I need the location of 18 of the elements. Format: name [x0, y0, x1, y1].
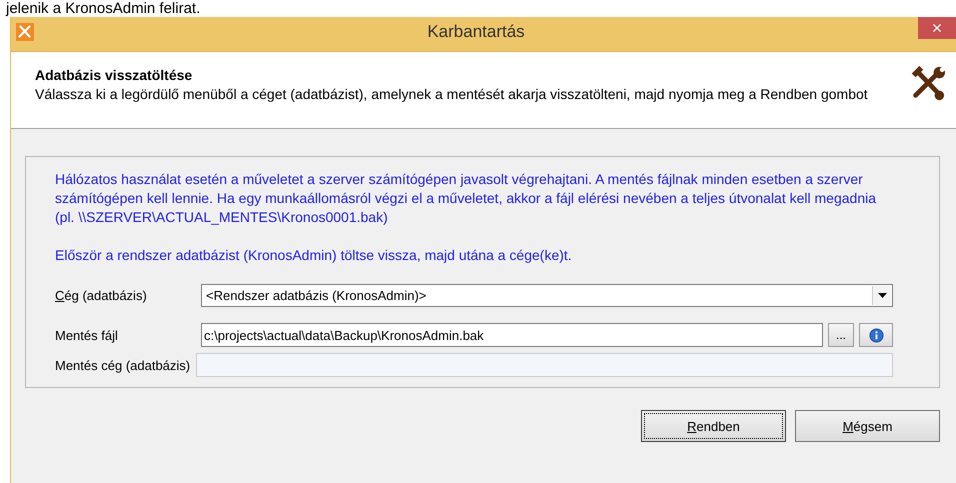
browse-button[interactable]: ...: [828, 323, 854, 347]
header-description: Válassza ki a legördülő menüből a céget (adatbázist), amelynek a mentését akarja visszatölteni, majd nyomja meg a Rendben gombot: [35, 85, 869, 104]
caption-text: jelenik a KronosAdmin felirat.: [4, 0, 202, 17]
company-dropdown[interactable]: <Rendszer adatbázis (KronosAdmin)>: [201, 284, 893, 307]
info-button[interactable]: [859, 323, 893, 347]
field-label: Mentés cég (adatbázis): [55, 358, 190, 372]
close-button[interactable]: ×: [918, 17, 956, 39]
field-label: Cég (adatbázis): [55, 288, 148, 303]
header-title: Adatbázis visszatöltése: [35, 66, 194, 84]
field-label: Mentés fájl: [55, 328, 119, 342]
info-text: Először a rendszer adatbázist (KronosAdmin) töltse vissza, majd utána a cége(ke)t.: [55, 246, 573, 265]
info-icon: [868, 328, 884, 342]
dialog-button[interactable]: Mégsem: [795, 410, 940, 442]
file-path-field[interactable]: c:\projects\actual\data\Backup\KronosAdmin.bak: [201, 323, 823, 347]
caret-icon: [878, 293, 886, 298]
dialog-button[interactable]: Rendben: [641, 410, 786, 442]
info-text: Hálózatos használat esetén a műveletet a szerver számítógépen javasolt végrehajtani. A mentés fájlnak minden esetben a szerver számítógépen kell lennie. Ha egy munkaállomásról végzi el a műveletet, akkor a fájl elérési nevében a teljes útvonalat kell megadnia (pl. \\SZERVER\ACTUAL_MENTES\Kronos0001.bak): [55, 170, 878, 227]
window-title: Karbantartás: [426, 21, 526, 43]
